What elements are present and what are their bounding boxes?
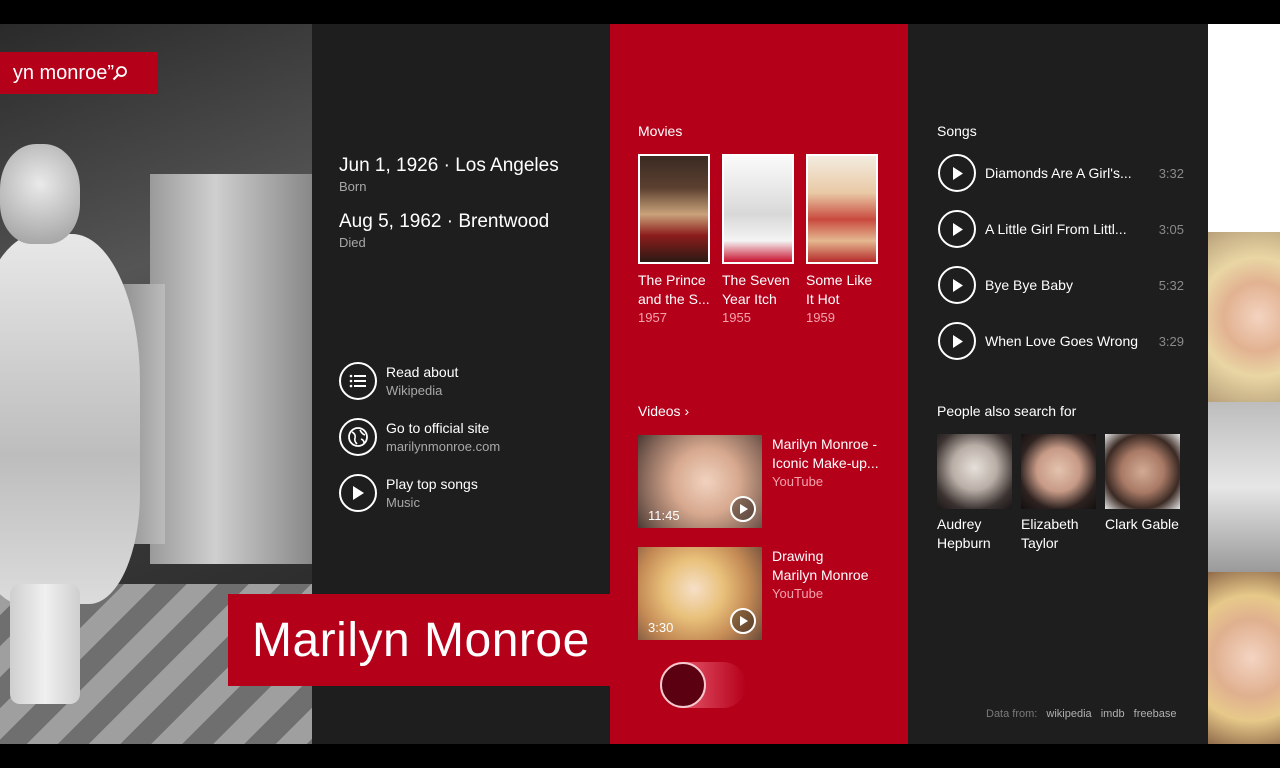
read-about-action[interactable]: Read about Wikipedia (339, 362, 458, 400)
play-icon[interactable] (938, 154, 976, 192)
related-person[interactable]: Audrey Hepburn (937, 434, 1013, 553)
play-icon (730, 608, 756, 634)
birth-fact: Jun 1, 1926 · Los Angeles Born (339, 155, 559, 194)
hero-wall (150, 174, 312, 564)
video-duration: 11:45 (648, 508, 680, 523)
video-thumbnail: 11:45 (638, 435, 762, 528)
song-row[interactable]: Bye Bye Baby 5:32 (938, 266, 1184, 304)
movie-title-line2: It Hot (806, 291, 840, 307)
gallery-photo[interactable] (1208, 402, 1280, 572)
movie-title-line1: The Prince (638, 272, 706, 288)
video-item[interactable]: 3:30 Drawing Marilyn Monroe YouTube (638, 547, 900, 640)
video-title-line1: Marilyn Monroe - (772, 436, 878, 452)
scroll-indicator-knob[interactable] (660, 662, 706, 708)
videos-section-title[interactable]: Videos › (638, 403, 689, 419)
credit-source-link[interactable]: wikipedia (1046, 708, 1091, 720)
person-photo (1021, 434, 1096, 509)
movie-item[interactable]: Some Like It Hot 1959 (806, 154, 880, 325)
hero-figure-dress (0, 234, 140, 604)
credit-source-link[interactable]: imdb (1101, 708, 1125, 720)
movie-poster (806, 154, 878, 264)
related-person[interactable]: Clark Gable (1105, 434, 1181, 534)
play-icon[interactable] (938, 210, 976, 248)
movie-title-line2: and the S... (638, 291, 710, 307)
video-duration: 3:30 (648, 620, 674, 635)
play-top-songs-subtitle: Music (386, 495, 420, 510)
play-icon (730, 496, 756, 522)
movie-poster (722, 154, 794, 264)
search-query-tag[interactable]: yn monroe” (0, 52, 158, 94)
video-source: YouTube (772, 474, 824, 489)
credits-prefix: Data from: (986, 708, 1038, 720)
songs-section-title: Songs (937, 123, 977, 139)
person-name: Marilyn Monroe (252, 613, 590, 667)
movies-section-title[interactable]: Movies (638, 123, 682, 139)
song-name: Bye Bye Baby (985, 277, 1073, 293)
video-source: YouTube (772, 586, 824, 601)
official-site-title: Go to official site (386, 420, 490, 436)
death-date: Aug 5, 1962 · Brentwood (339, 211, 550, 232)
play-icon[interactable] (938, 322, 976, 360)
person-name-line1: Clark Gable (1105, 516, 1179, 532)
person-name-line1: Audrey (937, 516, 982, 532)
person-name-line2: Hepburn (937, 535, 991, 551)
play-top-songs-title: Play top songs (386, 476, 478, 492)
song-name: Diamonds Are A Girl's... (985, 165, 1132, 181)
search-icon[interactable] (112, 65, 128, 81)
song-row[interactable]: When Love Goes Wrong 3:29 (938, 322, 1184, 360)
death-label: Died (339, 235, 366, 250)
play-icon[interactable] (938, 266, 976, 304)
song-duration: 5:32 (1158, 277, 1184, 293)
list-icon (339, 362, 377, 400)
name-banner: Marilyn Monroe (228, 594, 610, 686)
movie-item[interactable]: The Seven Year Itch 1955 (722, 154, 796, 325)
song-row[interactable]: Diamonds Are A Girl's... 3:32 (938, 154, 1184, 192)
birth-date: Jun 1, 1926 · Los Angeles (339, 155, 559, 176)
song-name: When Love Goes Wrong (985, 333, 1139, 349)
birth-label: Born (339, 179, 367, 194)
person-photo (1105, 434, 1180, 509)
song-row[interactable]: A Little Girl From Littl... 3:05 (938, 210, 1184, 248)
movie-year: 1957 (638, 310, 667, 325)
hero-figure-legs (10, 584, 80, 704)
video-thumbnail: 3:30 (638, 547, 762, 640)
gallery-photo[interactable] (1208, 572, 1280, 744)
song-duration: 3:29 (1158, 333, 1184, 349)
movie-year: 1959 (806, 310, 835, 325)
movie-item[interactable]: The Prince and the S... 1957 (638, 154, 712, 325)
person-name-line1: Elizabeth (1021, 516, 1079, 532)
data-credits: Data from: wikipedia imdb freebase (986, 708, 1176, 720)
person-photo (937, 434, 1012, 509)
official-site-action[interactable]: Go to official site marilynmonroe.com (339, 418, 500, 456)
search-query-text: yn monroe” (12, 61, 114, 84)
movie-year: 1955 (722, 310, 751, 325)
play-top-songs-action[interactable]: Play top songs Music (339, 474, 478, 512)
song-name: A Little Girl From Littl... (985, 221, 1127, 237)
play-icon (339, 474, 377, 512)
song-duration: 3:05 (1158, 221, 1184, 237)
death-fact: Aug 5, 1962 · Brentwood Died (339, 211, 549, 250)
hero-figure-head (0, 144, 80, 244)
globe-icon (339, 418, 377, 456)
person-name-line2: Taylor (1021, 535, 1059, 551)
gallery-photo[interactable] (1208, 232, 1280, 402)
related-person[interactable]: Elizabeth Taylor (1021, 434, 1097, 553)
people-section-title: People also search for (937, 403, 1077, 419)
movie-title-line1: Some Like (806, 272, 873, 288)
movie-title-line2: Year Itch (722, 291, 777, 307)
movie-poster (638, 154, 710, 264)
credit-source-link[interactable]: freebase (1134, 708, 1177, 720)
video-title-line2: Marilyn Monroe (772, 567, 869, 583)
read-about-title: Read about (386, 364, 459, 380)
song-duration: 3:32 (1158, 165, 1184, 181)
video-item[interactable]: 11:45 Marilyn Monroe - Iconic Make-up...… (638, 435, 900, 528)
video-title-line1: Drawing (772, 548, 824, 564)
movie-title-line1: The Seven (722, 272, 790, 288)
video-title-line2: Iconic Make-up... (772, 455, 879, 471)
next-panel-edge (1208, 24, 1280, 232)
official-site-url: marilynmonroe.com (386, 439, 501, 454)
read-about-subtitle: Wikipedia (386, 383, 443, 398)
